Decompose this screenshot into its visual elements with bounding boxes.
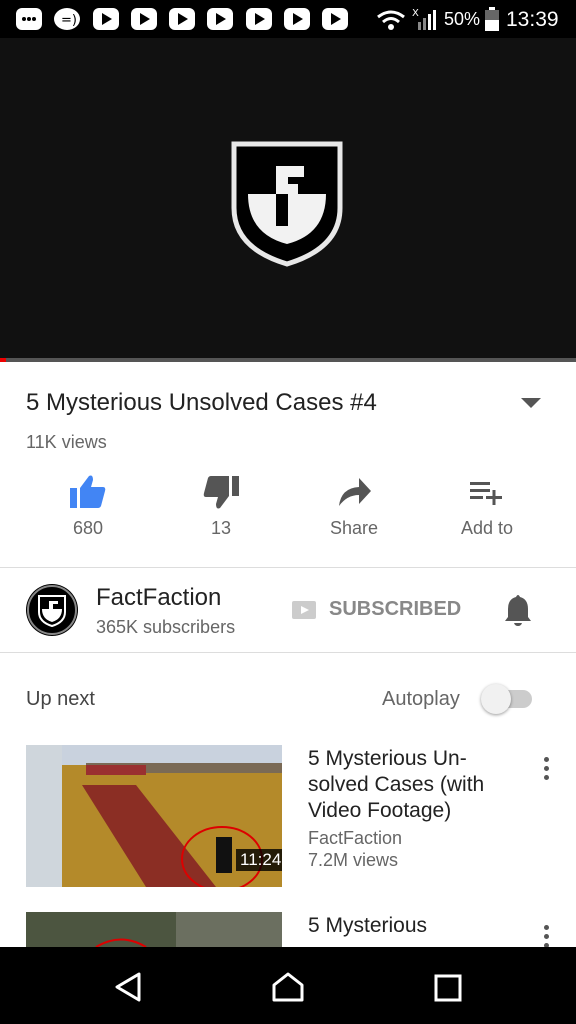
youtube-icon	[284, 8, 310, 30]
video-player[interactable]	[0, 38, 576, 362]
signal-icon: X	[412, 8, 436, 30]
like-button[interactable]: 680	[38, 474, 138, 539]
back-icon[interactable]	[113, 971, 143, 1003]
more-options-icon[interactable]	[544, 925, 552, 947]
youtube-icon	[169, 8, 195, 30]
wifi-icon	[377, 10, 405, 30]
video-title[interactable]: 5 Mysterious	[308, 913, 523, 947]
factfaction-shield-logo	[27, 585, 77, 635]
video-thumbnail[interactable]	[26, 912, 282, 947]
dislike-button[interactable]: 13	[171, 474, 271, 539]
navigation-bar	[0, 947, 576, 1024]
share-icon	[339, 478, 371, 506]
thumbs-down-icon	[203, 476, 239, 509]
add-to-label: Add to	[460, 518, 514, 538]
up-next-heading: Up next	[26, 688, 95, 710]
thumbs-up-icon	[70, 475, 106, 508]
subscribe-label: SUBSCRIBED	[329, 598, 462, 620]
progress-bar-fill	[0, 358, 6, 362]
youtube-icon	[131, 8, 157, 30]
playlist-add-icon	[470, 482, 502, 505]
channel-avatar[interactable]	[26, 584, 78, 636]
video-channel: FactFaction	[308, 828, 403, 848]
battery-icon	[485, 7, 499, 31]
more-options-icon[interactable]	[544, 757, 552, 784]
add-to-button[interactable]: Add to	[437, 474, 537, 539]
factfaction-shield-logo	[231, 141, 343, 267]
battery-percent: 50%	[444, 9, 481, 29]
recents-icon[interactable]	[434, 974, 462, 1002]
channel-name[interactable]: FactFaction	[96, 584, 221, 612]
video-duration: 11:24	[236, 849, 282, 871]
video-title: 5 Mysterious Unsolved Cases #4	[26, 389, 377, 416]
youtube-icon	[246, 8, 272, 30]
subscriber-count: 365K subscribers	[96, 617, 236, 637]
dislike-count: 13	[210, 518, 232, 538]
like-count: 680	[72, 518, 104, 538]
share-button[interactable]: Share	[304, 474, 404, 539]
autoplay-toggle-knob[interactable]	[481, 684, 511, 714]
share-label: Share	[329, 518, 379, 538]
notification-bell-icon[interactable]	[504, 593, 532, 627]
youtube-icon	[207, 8, 233, 30]
video-views: 7.2M views	[308, 850, 399, 870]
expand-description-icon[interactable]	[519, 396, 543, 410]
youtube-icon	[322, 8, 348, 30]
youtube-icon	[93, 8, 119, 30]
autoplay-label: Autoplay	[382, 688, 460, 710]
svg-text:X: X	[412, 8, 419, 19]
youtube-icon	[292, 601, 316, 619]
view-count: 11K views	[26, 432, 107, 452]
divider	[0, 652, 576, 653]
svg-text:=): =)	[61, 13, 77, 28]
thumbnail-image	[26, 912, 282, 947]
progress-bar[interactable]	[0, 358, 576, 362]
status-bar: =) X 50% 13:39	[0, 0, 576, 38]
home-icon[interactable]	[271, 971, 305, 1003]
messenger-icon: =)	[54, 8, 80, 30]
video-title[interactable]: 5 Mysterious Un-solved Cases (with Video…	[308, 746, 523, 824]
video-thumbnail[interactable]: 11:24	[26, 745, 282, 887]
chat-icon	[16, 8, 42, 30]
clock: 13:39	[506, 8, 559, 31]
divider	[0, 567, 576, 568]
